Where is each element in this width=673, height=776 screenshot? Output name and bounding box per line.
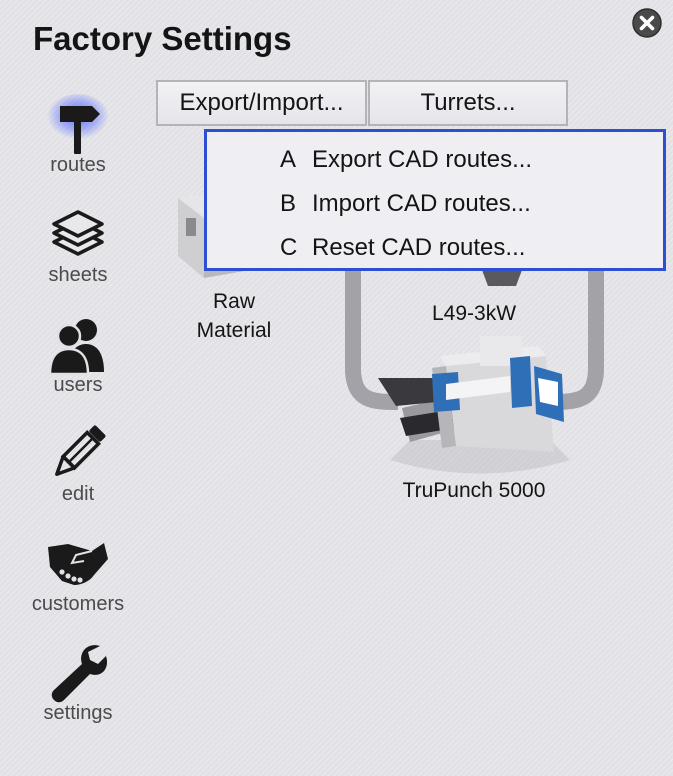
menu-item-key: A <box>280 146 297 173</box>
sidebar-item-sheets[interactable]: sheets <box>18 202 138 287</box>
sidebar-item-label: users <box>53 374 103 396</box>
raw-material-label: Raw Material <box>196 290 272 342</box>
menu-item-label: Import CAD routes... <box>312 190 531 217</box>
sidebar-item-label: settings <box>43 702 113 724</box>
page-title: Factory Settings <box>33 20 292 57</box>
laser-machine-icon[interactable] <box>482 270 522 286</box>
menu-item-reset-cad-routes[interactable]: C Reset CAD routes... <box>207 226 663 270</box>
menu-item-key: B <box>280 190 297 217</box>
laser-machine-label: L49-3kW <box>431 302 517 325</box>
sidebar-item-users[interactable]: users <box>18 312 138 397</box>
export-import-dropdown-menu: A Export CAD routes... B Import CAD rout… <box>204 129 666 271</box>
sidebar-item-settings[interactable]: settings <box>18 640 138 725</box>
wrench-icon <box>51 645 108 703</box>
signpost-icon <box>47 94 109 154</box>
sheets-stack-icon <box>52 210 104 256</box>
menu-item-import-cad-routes[interactable]: B Import CAD routes... <box>207 182 663 226</box>
export-import-button[interactable]: Export/Import... <box>156 80 367 126</box>
turrets-button[interactable]: Turrets... <box>368 80 568 126</box>
close-icon <box>632 8 662 38</box>
menu-item-label: Export CAD routes... <box>312 146 533 173</box>
sidebar-item-edit[interactable]: edit <box>18 421 138 506</box>
sidebar-item-label: routes <box>50 154 106 176</box>
sidebar-item-routes[interactable]: routes <box>18 92 138 177</box>
menu-item-label: Reset CAD routes... <box>312 234 526 261</box>
handshake-icon <box>48 543 108 585</box>
trupunch-machine-icon[interactable] <box>378 336 570 474</box>
sidebar-item-label: customers <box>31 593 125 615</box>
sidebar-item-label: edit <box>61 483 95 505</box>
close-button[interactable] <box>631 7 663 39</box>
sidebar-item-label: sheets <box>48 264 108 286</box>
menu-item-key: C <box>280 234 298 261</box>
users-icon <box>48 319 104 376</box>
menu-item-export-cad-routes[interactable]: A Export CAD routes... <box>207 138 663 182</box>
trupunch-machine-label: TruPunch 5000 <box>402 479 546 502</box>
sidebar-item-customers[interactable]: customers <box>18 531 138 616</box>
pencil-icon <box>55 425 106 476</box>
